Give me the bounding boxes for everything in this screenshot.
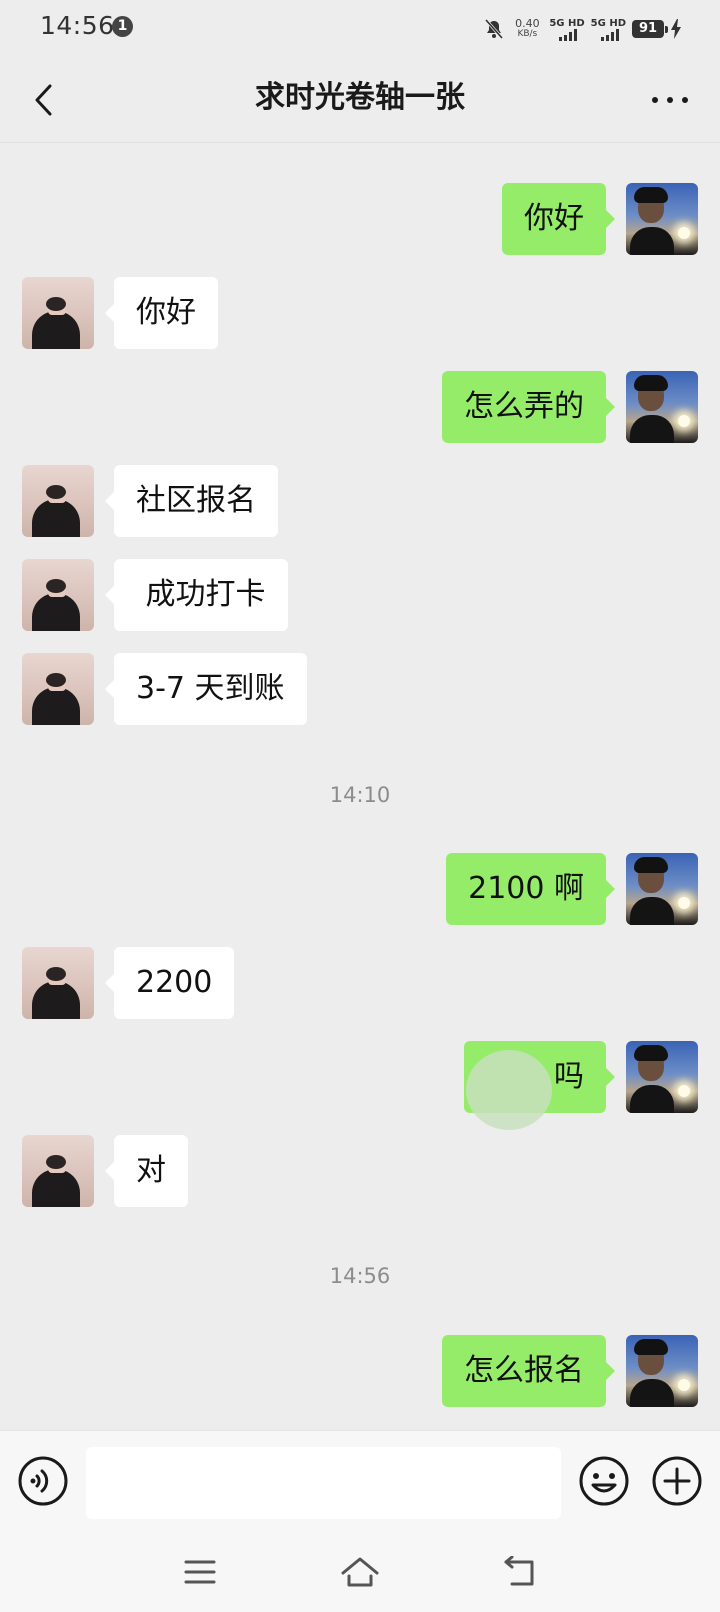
system-nav-bar [0,1532,720,1612]
my-avatar[interactable] [626,183,698,255]
message-bubble-received[interactable]: 成功打卡 [105,559,288,631]
nav-back-button[interactable] [498,1550,542,1594]
message-row-received: 对 [0,1135,720,1207]
message-bubble-received[interactable]: 3-7 天到账 [105,653,307,725]
message-row-sent: 怎么弄的 [0,371,720,443]
plus-icon [652,1456,702,1506]
nav-menu-button[interactable] [178,1550,222,1594]
message-bubble-sent[interactable]: 吗 [464,1041,615,1113]
message-bubble-sent[interactable]: 怎么弄的 [442,371,615,443]
nav-home-button[interactable] [338,1550,382,1594]
my-avatar[interactable] [626,371,698,443]
message-row-received: 成功打卡 [0,559,720,631]
message-bubble-received[interactable]: 你好 [105,277,218,349]
home-icon [341,1557,379,1587]
message-row-received: 2200 [0,947,720,1019]
timestamp-divider: 14:56 [329,1264,391,1288]
message-row-received: 3-7 天到账 [0,653,720,725]
voice-icon [18,1456,68,1506]
input-bar [0,1430,720,1533]
message-bubble-sent[interactable]: 2100 啊 [446,853,615,925]
chat-screen: 14:56 1 0.40 KB/s 5G HD 5G HD 91 求时光卷轴一张… [0,0,720,1612]
voice-input-button[interactable] [17,1455,69,1507]
message-bubble-received[interactable]: 对 [105,1135,188,1207]
my-avatar[interactable] [626,1335,698,1407]
contact-avatar[interactable] [22,277,94,349]
message-bubble-received[interactable]: 2200 [104,947,235,1019]
message-row-received: 你好 [0,277,720,349]
timestamp-divider: 14:10 [329,783,391,807]
message-input[interactable] [86,1447,561,1519]
message-row-received: 社区报名 [0,465,720,537]
message-bubble-sent[interactable]: 怎么报名 [442,1335,615,1407]
contact-avatar[interactable] [22,1135,94,1207]
message-row-sent: 2100 啊 [0,853,720,925]
message-bubble-received[interactable]: 社区报名 [105,465,278,537]
message-bubble-sent[interactable]: 你好 [502,183,615,255]
message-row-sent: 你好 [0,183,720,255]
emoji-button[interactable] [578,1455,630,1507]
message-row-sent: 吗 [0,1041,720,1113]
more-functions-button[interactable] [651,1455,703,1507]
contact-avatar[interactable] [22,465,94,537]
contact-avatar[interactable] [22,559,94,631]
my-avatar[interactable] [626,853,698,925]
message-list: 你好 你好 怎么弄的 社区报名 成功打卡 3-7 天到账 14:10 2100 … [0,0,720,1430]
menu-icon [184,1560,216,1584]
back-icon [504,1556,534,1586]
contact-avatar[interactable] [22,947,94,1019]
my-avatar[interactable] [626,1041,698,1113]
emoji-icon [579,1456,629,1506]
message-row-sent: 怎么报名 [0,1335,720,1407]
contact-avatar[interactable] [22,653,94,725]
